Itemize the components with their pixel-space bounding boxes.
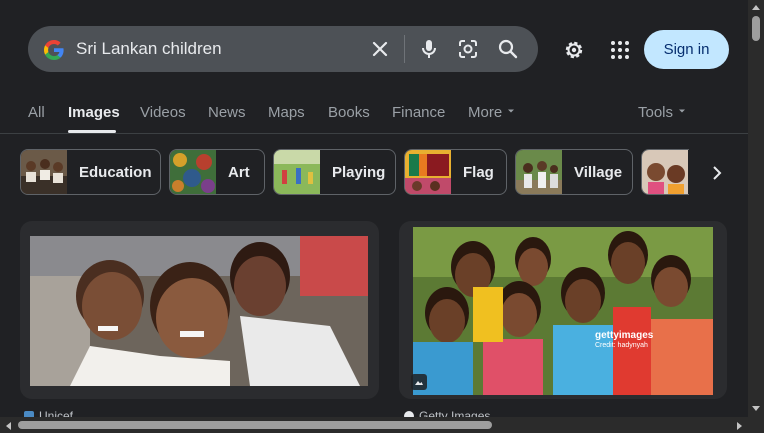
chip-flag[interactable]: Flag xyxy=(404,149,507,195)
tab-videos[interactable]: Videos xyxy=(140,104,186,121)
chip-thumbnail-village xyxy=(516,150,562,194)
settings-icon[interactable] xyxy=(562,38,586,62)
caret-down-icon xyxy=(508,109,515,113)
chip-label: Village xyxy=(574,164,623,181)
tools-label: Tools xyxy=(638,104,674,121)
search-divider xyxy=(404,35,405,63)
horizontal-scroll-thumb[interactable] xyxy=(18,421,492,429)
chip-thumbnail-partial xyxy=(642,150,688,194)
tab-all[interactable]: All xyxy=(28,104,45,121)
tab-finance[interactable]: Finance xyxy=(392,104,445,121)
chip-thumbnail-flag xyxy=(405,150,451,194)
chevron-right-icon[interactable] xyxy=(708,164,726,182)
apps-icon[interactable] xyxy=(608,38,632,62)
search-icon[interactable] xyxy=(496,37,520,61)
chip-thumbnail-art xyxy=(170,150,216,194)
chip-thumbnail-education xyxy=(21,150,67,194)
chip-label: Education xyxy=(79,164,152,181)
tab-more-label: More xyxy=(468,104,503,121)
vertical-scrollbar[interactable] xyxy=(748,0,764,433)
vertical-scroll-thumb[interactable] xyxy=(752,16,760,41)
tab-images[interactable]: Images xyxy=(68,104,120,121)
chip-education[interactable]: Education xyxy=(20,149,161,195)
tools-button[interactable]: Tools xyxy=(638,104,687,121)
search-tabs: All Images Videos News Maps Books Financ… xyxy=(0,100,748,134)
scroll-right-icon[interactable] xyxy=(736,421,744,431)
google-logo-icon xyxy=(44,40,64,60)
mic-icon[interactable] xyxy=(417,37,441,61)
result-image[interactable] xyxy=(413,227,713,395)
result-card[interactable] xyxy=(20,221,379,399)
tab-more[interactable]: More xyxy=(468,104,516,121)
image-badge-icon xyxy=(411,374,427,390)
tab-books[interactable]: Books xyxy=(328,104,370,121)
image-watermark: gettyimages xyxy=(595,330,654,341)
chip-label: Playing xyxy=(332,164,386,181)
chip-label: Art xyxy=(228,164,250,181)
scroll-up-icon[interactable] xyxy=(751,3,761,11)
signin-button[interactable]: Sign in xyxy=(644,30,729,69)
tab-news[interactable]: News xyxy=(208,104,246,121)
chip-playing[interactable]: Playing xyxy=(273,149,396,195)
chip-village[interactable]: Village xyxy=(515,149,633,195)
tabs-divider xyxy=(0,133,748,134)
image-credit: Credit: hadynyah xyxy=(595,342,648,349)
chip-thumbnail-playing xyxy=(274,150,320,194)
result-card[interactable]: gettyimages Credit: hadynyah xyxy=(399,221,727,399)
result-image[interactable] xyxy=(30,236,368,386)
clear-icon[interactable] xyxy=(368,37,392,61)
chip-partial[interactable] xyxy=(641,149,689,195)
caret-down-icon xyxy=(679,109,686,113)
chip-art[interactable]: Art xyxy=(169,149,265,195)
search-input[interactable]: Sri Lankan children xyxy=(76,39,222,59)
chip-label: Flag xyxy=(463,164,494,181)
scroll-down-icon[interactable] xyxy=(751,405,761,413)
search-box[interactable]: Sri Lankan children xyxy=(28,26,538,72)
lens-icon[interactable] xyxy=(456,37,480,61)
scrollbar-corner xyxy=(748,417,764,433)
scroll-left-icon[interactable] xyxy=(4,421,12,431)
tab-maps[interactable]: Maps xyxy=(268,104,305,121)
